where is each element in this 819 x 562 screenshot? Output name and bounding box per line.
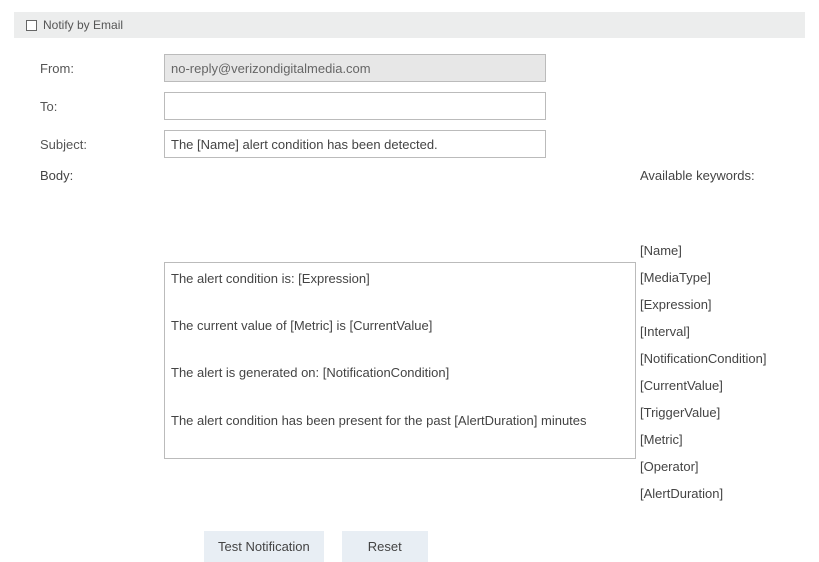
- body-label: Body:: [40, 168, 164, 183]
- notify-email-label: Notify by Email: [43, 18, 123, 32]
- body-textarea[interactable]: The alert condition is: [Expression] The…: [164, 262, 636, 460]
- notify-by-email-header[interactable]: Notify by Email: [14, 12, 805, 38]
- keywords-list: [Name] [MediaType] [Expression] [Interva…: [640, 243, 766, 501]
- keywords-title: Available keywords:: [640, 168, 766, 183]
- keyword-item: [MediaType]: [640, 270, 766, 285]
- from-field: [164, 54, 546, 82]
- keyword-item: [Expression]: [640, 297, 766, 312]
- reset-button[interactable]: Reset: [342, 531, 428, 562]
- keyword-item: [AlertDuration]: [640, 486, 766, 501]
- keyword-item: [Interval]: [640, 324, 766, 339]
- keyword-item: [Operator]: [640, 459, 766, 474]
- subject-field[interactable]: [164, 130, 546, 158]
- to-label: To:: [40, 99, 164, 114]
- subject-label: Subject:: [40, 137, 164, 152]
- keyword-item: [NotificationCondition]: [640, 351, 766, 366]
- keyword-item: [CurrentValue]: [640, 378, 766, 393]
- to-field[interactable]: [164, 92, 546, 120]
- from-label: From:: [40, 61, 164, 76]
- keyword-item: [Metric]: [640, 432, 766, 447]
- keyword-item: [TriggerValue]: [640, 405, 766, 420]
- keyword-item: [Name]: [640, 243, 766, 258]
- test-notification-button[interactable]: Test Notification: [204, 531, 324, 562]
- notify-email-checkbox[interactable]: [26, 20, 37, 31]
